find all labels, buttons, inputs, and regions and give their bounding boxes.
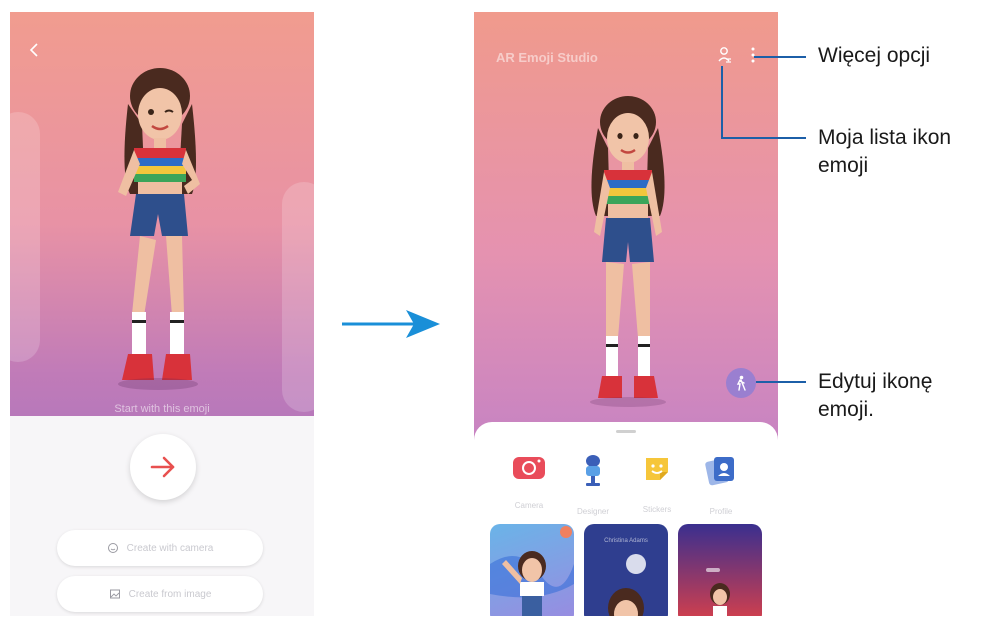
callout-line-my-emoji-list-h bbox=[721, 137, 806, 139]
avatar-thumb-illustration bbox=[490, 526, 574, 616]
action-designer[interactable]: Designer bbox=[568, 454, 618, 516]
create-from-image-label: Create from image bbox=[128, 588, 212, 600]
callout-edit-emoji: Edytuj ikonę emoji. bbox=[818, 368, 932, 424]
more-options-icon[interactable] bbox=[750, 46, 756, 64]
callout-line-edit-emoji bbox=[756, 381, 806, 383]
callout-line-more-options bbox=[754, 56, 806, 58]
create-with-camera-label: Create with camera bbox=[126, 542, 214, 554]
action-camera[interactable]: Camera bbox=[504, 454, 554, 510]
my-emoji-list-icon[interactable] bbox=[718, 46, 732, 66]
preview-contact-name: Christina Adams bbox=[604, 538, 648, 544]
callout-edit-emoji-line1: Edytuj ikonę bbox=[818, 370, 933, 393]
action-sheet: Camera Designer Stickers Profile Christi… bbox=[474, 422, 778, 616]
studio-title: AR Emoji Studio bbox=[496, 50, 598, 65]
preview-thumb-contact[interactable]: Christina Adams bbox=[584, 524, 668, 616]
action-designer-label: Designer bbox=[576, 507, 609, 516]
ghost-avatar-left bbox=[10, 112, 40, 362]
avatar-standing-illustration bbox=[590, 96, 666, 407]
callout-my-emoji-list-line2: emoji bbox=[818, 154, 869, 177]
sheet-handle[interactable] bbox=[616, 430, 636, 433]
face-icon bbox=[107, 543, 118, 553]
image-icon bbox=[109, 589, 120, 599]
create-with-camera-button[interactable]: Create with camera bbox=[57, 530, 263, 566]
next-button[interactable] bbox=[130, 434, 196, 500]
ghost-avatar-right bbox=[282, 182, 314, 412]
action-profile-label: Profile bbox=[709, 507, 733, 516]
arrow-right-icon bbox=[150, 456, 175, 478]
create-from-image-button[interactable]: Create from image bbox=[57, 576, 263, 612]
sticker-icon bbox=[646, 458, 668, 480]
preview-thumb-lockscreen[interactable] bbox=[678, 524, 762, 616]
left-phone-screen: Start with this emoji Create with camera… bbox=[10, 12, 314, 616]
camera-icon bbox=[513, 457, 545, 479]
back-icon[interactable] bbox=[26, 42, 42, 58]
action-stickers-label: Stickers bbox=[642, 505, 672, 514]
edit-emoji-button[interactable] bbox=[726, 368, 756, 398]
action-stickers[interactable]: Stickers bbox=[632, 454, 682, 514]
callout-my-emoji-list: Moja lista ikon emoji bbox=[818, 124, 951, 180]
right-phone-screen: AR Emoji Studio Camera Designer Stickers… bbox=[474, 12, 778, 616]
start-with-emoji-text: Start with this emoji bbox=[114, 403, 210, 415]
preview-thumb-sticker[interactable] bbox=[490, 524, 574, 616]
callout-my-emoji-list-line1: Moja lista ikon bbox=[818, 126, 952, 149]
callout-more-options: Więcej opcji bbox=[818, 42, 930, 70]
lockscreen-avatar-illustration bbox=[706, 568, 730, 616]
flow-arrow-icon bbox=[342, 310, 440, 338]
profile-icon bbox=[705, 457, 734, 486]
person-walk-icon bbox=[736, 375, 746, 391]
action-profile[interactable]: Profile bbox=[696, 454, 746, 516]
avatar-illustration bbox=[118, 68, 200, 390]
callout-edit-emoji-line2: emoji. bbox=[818, 398, 875, 421]
designer-icon bbox=[586, 455, 600, 486]
callout-line-my-emoji-list-v bbox=[721, 66, 723, 138]
callout-more-options-text: Więcej opcji bbox=[818, 44, 931, 67]
action-camera-label: Camera bbox=[514, 501, 544, 510]
